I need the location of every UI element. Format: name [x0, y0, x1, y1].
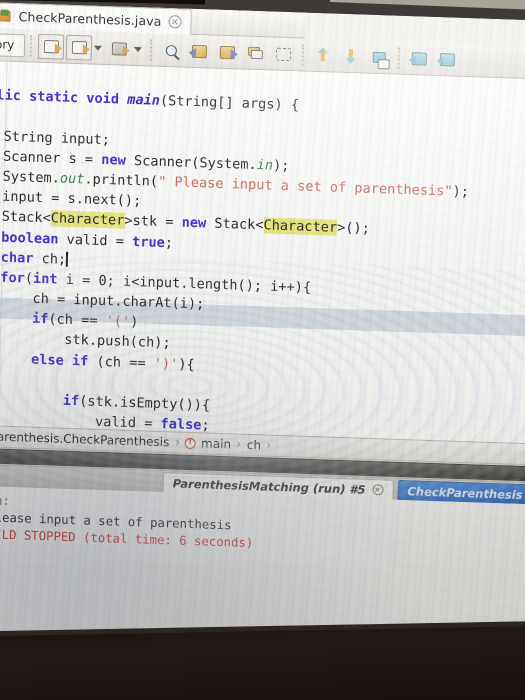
toolbar-separator — [397, 47, 401, 69]
dashed-rect-icon — [275, 47, 291, 61]
run-to-cursor-dropdown-icon[interactable] — [134, 46, 143, 52]
run-to-cursor-button[interactable] — [106, 36, 133, 62]
code-editor[interactable]: */public static void main(String[] args)… — [0, 60, 525, 444]
shift-line-up-button[interactable] — [310, 42, 337, 68]
breadcrumb-separator-icon: › — [266, 437, 272, 454]
breadcrumb-separator-icon: › — [236, 436, 242, 453]
netbeans-ide-window: CheckParenthesis.java story public stati… — [0, 2, 525, 681]
comment-icon — [408, 51, 427, 66]
editor-tab-label: CheckParenthesis.java — [18, 9, 162, 29]
select-rectangle-button[interactable] — [270, 41, 297, 67]
move-block-icon — [372, 51, 386, 63]
find-button[interactable] — [158, 37, 185, 63]
text-caret — [66, 251, 68, 267]
comment-button[interactable] — [406, 45, 433, 71]
toolbar-separator — [150, 38, 153, 61]
toolbar-separator — [30, 34, 33, 57]
step-out-button[interactable] — [38, 33, 65, 60]
bookmark-card-icon — [247, 46, 263, 60]
next-bookmark-button[interactable] — [214, 39, 241, 65]
close-icon[interactable] — [168, 15, 182, 29]
screen-area: CheckParenthesis.java story public stati… — [0, 2, 525, 681]
java-file-icon — [0, 9, 12, 22]
history-button-label: story — [0, 36, 15, 52]
move-block-button[interactable] — [366, 44, 393, 70]
previous-bookmark-button[interactable] — [186, 38, 213, 64]
step-into-dropdown-icon[interactable] — [94, 45, 103, 51]
breadcrumb-class[interactable]: ckparenthesis.CheckParenthesis — [0, 429, 170, 449]
arrow-up-icon — [317, 47, 328, 62]
uncomment-button[interactable] — [434, 46, 461, 72]
breadcrumb-method[interactable]: main — [201, 436, 231, 451]
step-into-button[interactable] — [66, 34, 93, 61]
arrow-down-icon — [345, 49, 356, 65]
method-run-icon — [185, 437, 197, 449]
breadcrumb-variable[interactable]: ch — [247, 438, 262, 452]
step-into-icon — [71, 40, 90, 54]
history-button[interactable]: story — [0, 31, 26, 57]
toolbar-separator — [301, 44, 305, 66]
run-to-cursor-icon — [111, 41, 130, 56]
close-icon[interactable] — [372, 484, 384, 496]
arrow-right-card-icon — [219, 45, 238, 59]
step-out-icon — [43, 39, 62, 54]
monitor-photograph: CheckParenthesis.java story public stati… — [0, 0, 525, 700]
magnifier-icon — [165, 44, 177, 56]
arrow-left-card-icon — [188, 44, 207, 58]
uncomment-icon — [436, 52, 455, 67]
shift-line-down-button[interactable] — [338, 43, 365, 69]
breadcrumb-separator-icon: › — [174, 434, 180, 451]
source-code[interactable]: */public static void main(String[] args)… — [0, 65, 472, 444]
toggle-bookmark-button[interactable] — [242, 40, 269, 66]
